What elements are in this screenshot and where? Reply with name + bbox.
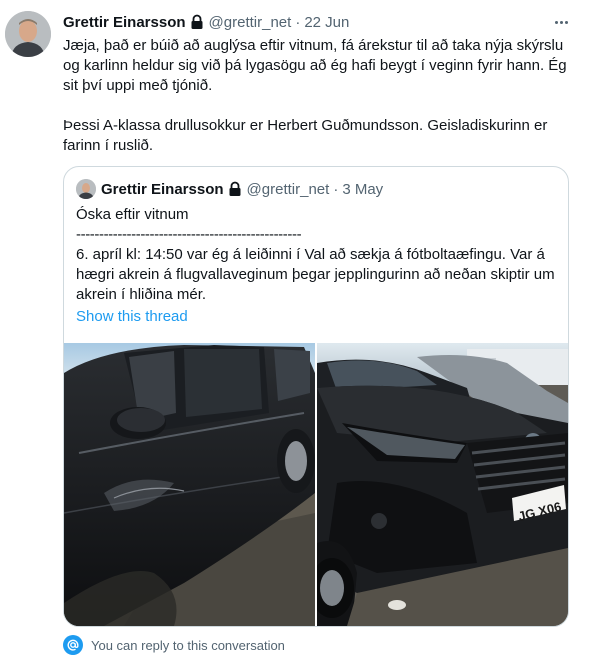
quoted-line: 6. apríl kl: 14:50 var ég á leiðinni í V… — [76, 246, 559, 303]
media-grid: JG X06 — [64, 343, 568, 626]
tweet-header: Grettir Einarsson @grettir_net · 22 Jun — [63, 12, 349, 32]
quoted-author-name: Grettir Einarsson — [101, 180, 224, 198]
at-sign-icon — [63, 635, 83, 655]
quoted-line: Óska eftir vitnum — [76, 206, 189, 223]
tweet-paragraph: Jæja, það er búið að auglýsa eftir vitnu… — [63, 37, 567, 94]
reply-note-text: You can reply to this conversation — [91, 637, 285, 653]
separator-dot: · — [333, 180, 339, 198]
photo-damaged-sedan[interactable] — [64, 343, 315, 626]
tweet[interactable]: Grettir Einarsson @grettir_net · 22 Jun … — [0, 0, 593, 670]
lock-icon — [190, 14, 204, 30]
reply-restriction-note: You can reply to this conversation — [63, 634, 285, 656]
quoted-tweet-header: Grettir Einarsson @grettir_net · 3 May — [76, 179, 383, 199]
quoted-date: 3 May — [342, 180, 384, 198]
quoted-divider: ----------------------------------------… — [76, 226, 302, 243]
lock-icon — [228, 181, 242, 197]
avatar[interactable] — [5, 11, 51, 57]
quoted-text: Óska eftir vitnum ----------------------… — [76, 205, 556, 305]
author-handle[interactable]: @grettir_net — [209, 14, 292, 31]
quoted-avatar — [76, 179, 96, 199]
photo-suv-front[interactable]: JG X06 — [317, 343, 568, 626]
separator-dot: · — [295, 13, 301, 31]
more-options-icon[interactable] — [549, 11, 573, 33]
quoted-tweet[interactable]: Grettir Einarsson @grettir_net · 3 May Ó… — [63, 166, 569, 627]
tweet-paragraph: Þessi A-klassa drullusokkur er Herbert G… — [63, 117, 548, 154]
tweet-text: Jæja, það er búið að auglýsa eftir vitnu… — [63, 36, 573, 156]
tweet-date[interactable]: 22 Jun — [304, 14, 349, 31]
author-name[interactable]: Grettir Einarsson — [63, 14, 186, 31]
quoted-author-handle: @grettir_net — [246, 180, 330, 198]
show-thread-link[interactable]: Show this thread — [76, 307, 188, 327]
